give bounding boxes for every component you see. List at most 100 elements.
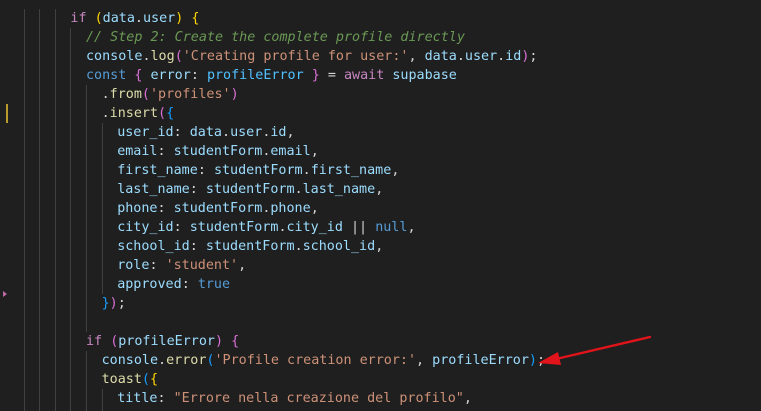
code-line[interactable]: role: 'student', [117,256,246,275]
code-token: { [166,106,175,121]
code-line[interactable]: .from('profiles') [102,85,239,104]
code-token: data [102,11,135,26]
code-token: studentForm [189,220,279,235]
code-token: if [86,334,103,349]
code-token: } [311,68,320,83]
code-token: : [157,201,174,216]
code-token: { [149,372,159,387]
code-token: await [344,68,385,83]
code-token: last_name [117,182,190,197]
code-token: || [342,220,376,235]
code-token: : [157,391,174,406]
code-token: , [391,163,400,178]
code-token: : [157,144,174,159]
code-token: studentForm [213,163,303,178]
code-token: , [407,220,416,235]
code-line[interactable]: city_id: studentForm.city_id || null, [117,218,415,237]
code-token: , [416,353,433,368]
code-line[interactable]: approved: true [117,275,230,294]
code-token: : [189,182,206,197]
code-token: first_name [310,163,392,178]
code-token: ) [215,334,224,349]
code-token: data [189,125,222,140]
code-token: error [150,68,191,83]
code-token: city_id [286,220,343,235]
code-token: insert [109,106,159,121]
code-token: : [190,68,207,83]
code-token: , [238,258,247,273]
code-token: , [310,144,319,159]
fold-marker-icon[interactable] [3,291,7,297]
code-token: 'Profile creation error:' [214,353,417,368]
code-line[interactable]: email: studentForm.email, [117,142,319,161]
indent-guide [101,123,103,294]
code-token: studentForm [205,239,295,254]
code-editor[interactable]: if (data.user) {// Step 2: Create the co… [0,0,761,411]
code-line[interactable]: const { error: profileError } = await su… [86,66,457,85]
code-token: ( [174,49,183,64]
code-line[interactable]: title: "Errore nella creazione del profi… [117,389,472,408]
code-token: ) [109,296,118,311]
code-line[interactable]: first_name: studentForm.first_name, [117,161,399,180]
code-token: ; [529,49,538,64]
indent-guide [54,9,56,411]
indent-guide [101,389,103,411]
code-token: . [134,11,143,26]
code-token: : [189,239,206,254]
code-token: ) [230,87,239,102]
code-token: profileError [118,334,215,349]
code-token: user [142,11,176,26]
code-line[interactable]: console.error('Profile creation error:',… [102,351,545,370]
code-line[interactable]: user_id: data.user.id, [117,123,294,142]
indent-guide [23,9,25,411]
code-token: toast [101,372,142,387]
code-token: = [319,68,344,83]
code-token: . [101,106,110,121]
code-token: . [456,49,465,64]
code-token: studentForm [173,144,263,159]
code-line[interactable]: if (data.user) { [70,9,199,28]
code-token: { [191,11,200,26]
code-token: . [294,239,303,254]
code-token: phone [117,201,158,216]
code-token: approved [117,277,182,292]
code-line[interactable]: last_name: studentForm.last_name, [117,180,383,199]
code-line[interactable]: phone: studentForm.phone, [117,199,319,218]
code-line[interactable]: school_id: studentForm.school_id, [117,237,383,256]
code-token: ( [94,11,103,26]
code-token: user_id [117,125,174,140]
indent-guide [86,351,87,411]
indent-guide [39,9,41,411]
code-token: profileError [206,68,304,83]
editor-gutter[interactable] [0,0,40,411]
code-token: ( [141,372,150,387]
code-token: data [424,49,457,64]
code-token: ; [117,296,126,311]
code-token: role [117,258,150,273]
code-token: school_id [302,239,376,254]
code-token: "Errore nella creazione del profilo" [173,391,464,406]
code-token: console [86,49,143,64]
code-token: . [302,163,311,178]
code-token: const [86,68,127,83]
code-line[interactable]: if (profileError) { [86,332,239,351]
code-token: , [375,182,384,197]
code-line[interactable]: console. log('Creating profile for user:'… [86,47,537,66]
arrow-shaft [554,335,652,361]
code-token: , [375,239,384,254]
code-line[interactable]: toast({ [102,370,158,389]
code-line[interactable]: }); [102,294,126,313]
code-token: log [150,49,175,64]
code-line[interactable]: .insert({ [102,104,175,123]
code-token: user [230,125,263,140]
code-token: 'Creating profile for user:' [182,49,409,64]
code-token: from [109,87,142,102]
code-token: 'profiles' [149,87,231,102]
code-token: if [70,11,87,26]
code-token: . [222,125,231,140]
code-token: . [101,87,110,102]
code-line[interactable]: // Step 2: Create the complete profile d… [86,28,465,47]
